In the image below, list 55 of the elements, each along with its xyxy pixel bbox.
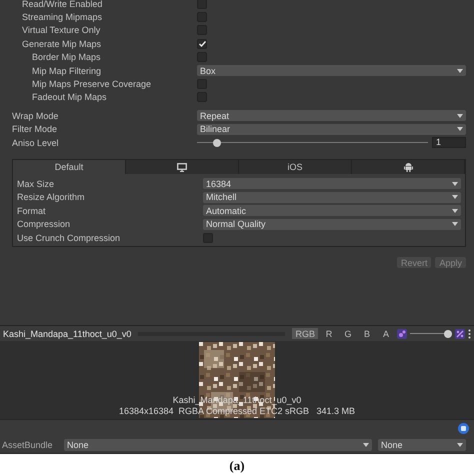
field-label: Generate Mip Maps bbox=[21, 38, 102, 49]
channel-toggle[interactable]: RGB bbox=[292, 328, 318, 340]
checkbox[interactable] bbox=[203, 232, 213, 243]
dropdown[interactable]: Mitchell bbox=[203, 192, 461, 203]
mip-slider[interactable] bbox=[410, 330, 452, 338]
field-label: Mip Map Filtering bbox=[31, 66, 102, 76]
caret-icon bbox=[452, 182, 458, 186]
caret-icon bbox=[452, 195, 458, 200]
dropdown[interactable]: Box bbox=[197, 65, 466, 76]
android-icon bbox=[404, 162, 412, 172]
field-label: Format bbox=[16, 206, 46, 216]
field-label: Streaming Mipmaps bbox=[21, 12, 102, 22]
dropdown[interactable]: Bilinear bbox=[197, 124, 466, 135]
image-info: 16384x16384 RGBA Compressed ETC2 sRGB 341.3 MB bbox=[118, 406, 356, 416]
slider-thumb[interactable] bbox=[212, 138, 221, 147]
dropdown[interactable]: Repeat bbox=[197, 110, 466, 122]
asset-bundle-dropdown[interactable]: None bbox=[64, 439, 372, 452]
field-label: Border Mip Maps bbox=[31, 52, 101, 62]
channel-toggle[interactable]: A bbox=[378, 328, 394, 340]
platform-tab[interactable]: iOS bbox=[239, 160, 352, 174]
variant-dropdown[interactable]: None bbox=[378, 439, 466, 452]
channel-toggle[interactable]: G bbox=[340, 328, 356, 340]
platform-tab[interactable]: Default bbox=[13, 160, 126, 174]
figure-caption: (a) bbox=[229, 458, 245, 474]
percent-icon[interactable] bbox=[455, 328, 465, 339]
monitor-icon bbox=[177, 162, 187, 172]
field-label: Aniso Level bbox=[11, 138, 59, 148]
preview-title: Kashi_Mandapa_11thoct_u0_v0 bbox=[3, 328, 132, 339]
caret-icon bbox=[457, 114, 463, 118]
field-label: Fadeout Mip Maps bbox=[31, 92, 107, 102]
field-label: Read/Write Enabled bbox=[21, 0, 102, 9]
field-label: Filter Mode bbox=[11, 124, 58, 134]
slider-thumb[interactable] bbox=[444, 330, 452, 338]
channel-toggle[interactable]: B bbox=[359, 328, 375, 340]
dropdown[interactable]: Normal Quality bbox=[203, 218, 461, 230]
dropdown[interactable]: Automatic bbox=[203, 205, 461, 216]
caret-icon bbox=[363, 443, 369, 448]
caret-icon bbox=[457, 443, 463, 448]
number-field[interactable]: 1 bbox=[432, 137, 466, 148]
field-label: Wrap Mode bbox=[11, 110, 58, 121]
field-label: Virtual Texture Only bbox=[21, 25, 100, 36]
caret-icon bbox=[452, 222, 458, 226]
field-label: Use Crunch Compression bbox=[16, 232, 120, 243]
asset-bundle-label: AssetBundle bbox=[2, 440, 54, 450]
field-label: Resize Algorithm bbox=[16, 192, 85, 202]
caret-icon bbox=[457, 68, 463, 73]
more-icon[interactable] bbox=[468, 328, 471, 339]
field-label: Max Size bbox=[16, 178, 54, 189]
dropdown[interactable]: 16384 bbox=[203, 178, 461, 190]
caret-icon bbox=[457, 127, 463, 132]
caret-icon bbox=[452, 208, 458, 213]
checkbox[interactable] bbox=[197, 38, 207, 49]
field-label: Mip Maps Preserve Coverage bbox=[31, 79, 152, 90]
channel-toggle[interactable]: R bbox=[321, 328, 337, 340]
field-label: Compression bbox=[16, 219, 70, 230]
